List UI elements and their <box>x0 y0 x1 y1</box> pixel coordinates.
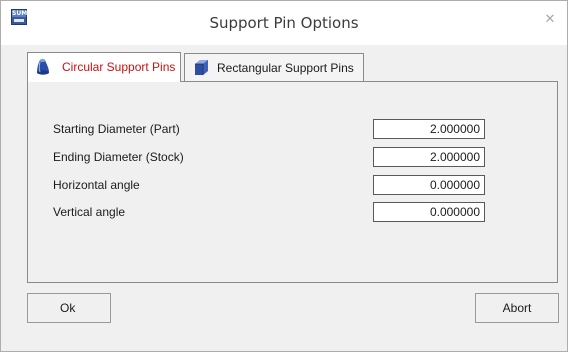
horizontal-angle-label: Horizontal angle <box>53 178 140 192</box>
vertical-angle-input[interactable] <box>373 202 485 222</box>
title-bar[interactable]: SUM Support Pin Options ✕ <box>1 1 567 45</box>
close-icon[interactable]: ✕ <box>539 11 561 29</box>
vertical-angle-label: Vertical angle <box>53 205 126 219</box>
support-pin-options-dialog: SUM Support Pin Options ✕ Circular Suppo… <box>0 0 568 352</box>
ok-button[interactable]: Ok <box>27 293 111 323</box>
tab-circular-label: Circular Support Pins <box>62 60 176 74</box>
ending-diameter-label: Ending Diameter (Stock) <box>53 150 184 164</box>
horizontal-angle-input[interactable] <box>373 175 485 195</box>
ending-diameter-input[interactable] <box>373 147 485 167</box>
cylinder-icon <box>37 58 49 75</box>
starting-diameter-label: Starting Diameter (Part) <box>53 122 180 136</box>
starting-diameter-input[interactable] <box>373 119 485 139</box>
window-title: Support Pin Options <box>209 14 359 32</box>
abort-button[interactable]: Abort <box>475 293 559 323</box>
tab-circular-support-pins[interactable]: Circular Support Pins <box>27 52 181 82</box>
box-icon <box>195 60 208 75</box>
tab-rectangular-support-pins[interactable]: Rectangular Support Pins <box>184 53 364 81</box>
tab-rectangular-label: Rectangular Support Pins <box>217 61 354 75</box>
